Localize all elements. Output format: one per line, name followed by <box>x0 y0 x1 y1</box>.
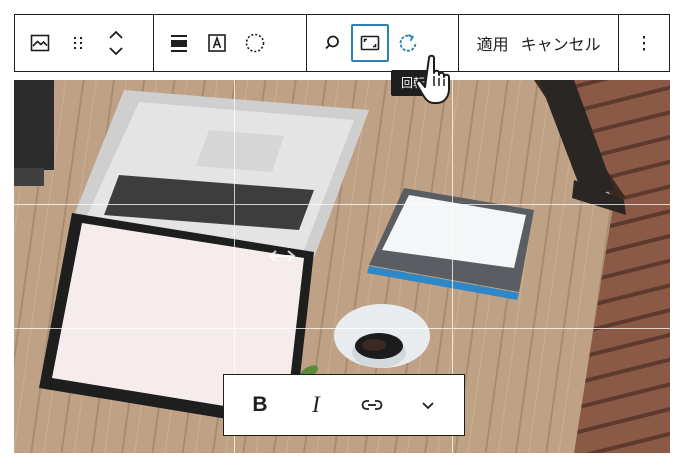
more-options-button[interactable] <box>625 24 663 62</box>
zoom-button[interactable] <box>313 24 351 62</box>
chevron-down-icon <box>416 393 440 417</box>
duotone-button[interactable] <box>236 24 274 62</box>
italic-button[interactable]: I <box>296 385 336 425</box>
chevron-up-down-icon <box>104 28 128 58</box>
hand-pointer-icon <box>416 52 456 108</box>
image-block-button[interactable] <box>21 24 59 62</box>
move-up-down-button[interactable] <box>97 24 135 62</box>
toolbar-group-more <box>619 15 669 71</box>
crop-grid-line <box>14 328 670 329</box>
align-center-icon <box>167 31 191 55</box>
link-icon <box>359 393 385 417</box>
link-button[interactable] <box>352 385 392 425</box>
toolbar-group-actions: 適用 キャンセル <box>459 15 619 71</box>
text-overlay-icon <box>205 31 229 55</box>
crop-grid-line <box>14 204 670 205</box>
align-button[interactable] <box>160 24 198 62</box>
aspect-ratio-button[interactable] <box>350 24 389 62</box>
bold-button[interactable]: B <box>240 385 280 425</box>
duotone-circle-icon <box>243 31 267 55</box>
more-formats-button[interactable] <box>408 385 448 425</box>
text-overlay-button[interactable] <box>198 24 236 62</box>
drag-handle-icon <box>66 31 90 55</box>
apply-button[interactable]: 適用 <box>471 31 515 55</box>
more-vertical-icon <box>632 31 656 55</box>
toolbar-group-align <box>154 15 307 71</box>
block-toolbar: 適用 キャンセル <box>14 14 670 72</box>
toolbar-group-block <box>15 15 155 71</box>
search-icon <box>320 31 344 55</box>
cancel-button[interactable]: キャンセル <box>515 31 607 55</box>
image-icon <box>28 31 52 55</box>
drag-handle-button[interactable] <box>59 24 97 62</box>
aspect-ratio-icon <box>358 31 382 55</box>
caption-format-toolbar: B I <box>223 374 465 436</box>
